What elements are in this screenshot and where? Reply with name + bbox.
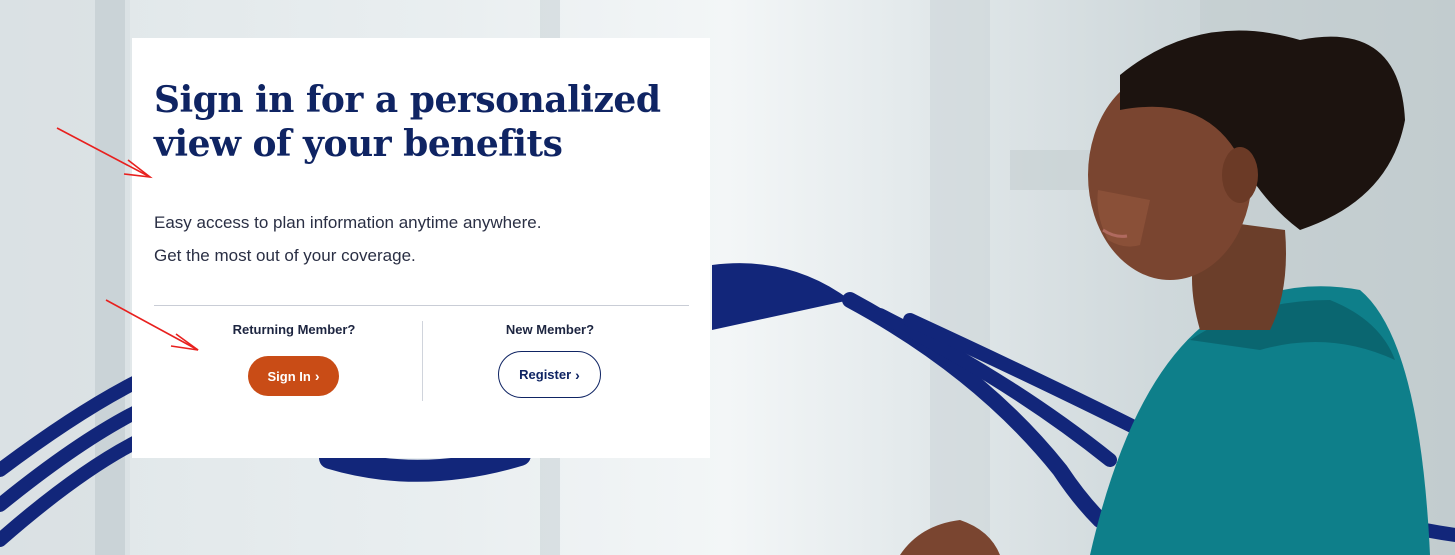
annotation-arrow-signin bbox=[105, 299, 199, 351]
annotation-arrow-title bbox=[56, 127, 153, 179]
annotation-arrows bbox=[56, 127, 199, 351]
